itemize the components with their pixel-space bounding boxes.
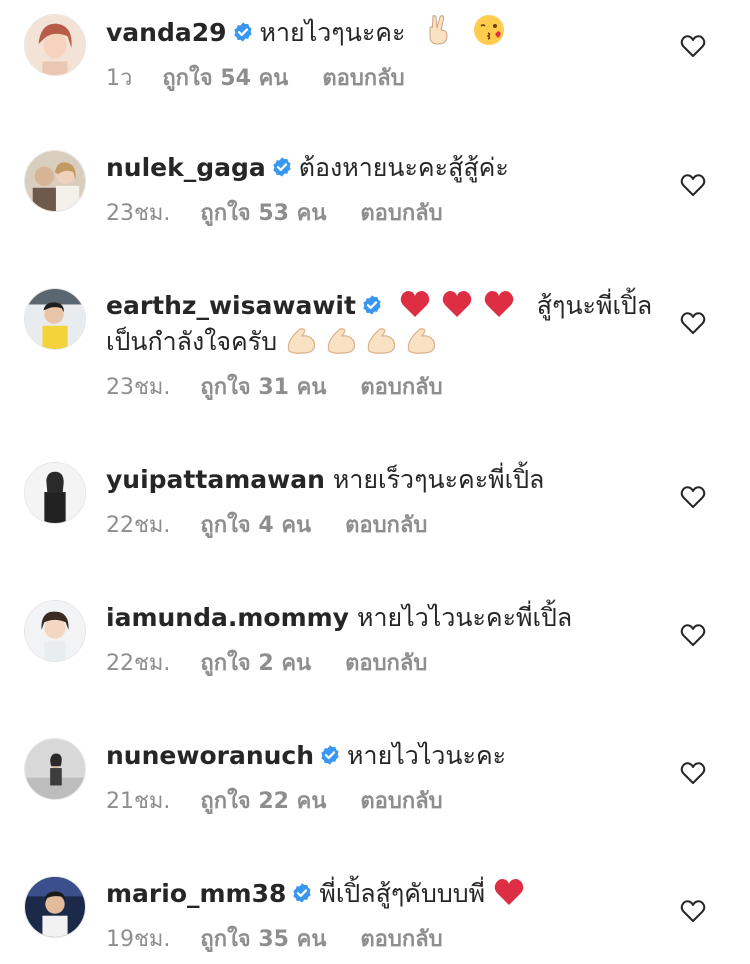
- like-heart-icon[interactable]: [680, 173, 706, 197]
- avatar[interactable]: [24, 150, 86, 212]
- victory-hand-icon: [423, 14, 453, 46]
- avatar-image: [25, 15, 85, 75]
- username[interactable]: earthz_wisawawit: [106, 291, 356, 320]
- comment-text-continued: เป็นกำลังใจครับ: [106, 327, 278, 356]
- verified-badge-icon: [232, 21, 254, 43]
- flexed-biceps-icon: [405, 325, 439, 355]
- likes-count[interactable]: ถูกใจ 2 คน: [200, 651, 311, 676]
- avatar-image: [25, 463, 85, 523]
- likes-count[interactable]: ถูกใจ 35 คน: [200, 927, 326, 952]
- avatar[interactable]: [24, 288, 86, 350]
- verified-badge-icon: [271, 156, 293, 178]
- like-heart-icon[interactable]: [680, 623, 706, 647]
- comment-time: 22ชม.: [106, 651, 171, 676]
- like-heart-icon[interactable]: [680, 485, 706, 509]
- red-heart-icon: [483, 289, 515, 319]
- comment-time: 1ว: [106, 66, 133, 91]
- verified-badge-icon: [319, 744, 341, 766]
- avatar[interactable]: [24, 14, 86, 76]
- flexed-biceps-icon: [325, 325, 359, 355]
- comment-text: ต้องหายนะคะสู้สู้ค่ะ: [298, 153, 509, 182]
- red-heart-icon: [399, 289, 431, 319]
- avatar[interactable]: [24, 462, 86, 524]
- reply-button[interactable]: ตอบกลับ: [360, 201, 442, 226]
- avatar[interactable]: [24, 738, 86, 800]
- avatar[interactable]: [24, 876, 86, 938]
- flexed-biceps-icon: [285, 325, 319, 355]
- comment-time: 21ชม.: [106, 789, 171, 814]
- reply-button[interactable]: ตอบกลับ: [345, 513, 427, 538]
- comment-text: หายเร็วๆนะคะพี่เปิ้ล: [332, 465, 545, 494]
- likes-count[interactable]: ถูกใจ 31 คน: [200, 375, 326, 400]
- username[interactable]: yuipattamawan: [106, 465, 325, 494]
- kiss-face-icon: [473, 14, 505, 46]
- username[interactable]: vanda29: [106, 18, 227, 47]
- likes-count[interactable]: ถูกใจ 4 คน: [200, 513, 311, 538]
- likes-count[interactable]: ถูกใจ 53 คน: [200, 201, 326, 226]
- avatar-image: [25, 151, 85, 211]
- comment-text: หายไวๆนะคะ: [259, 18, 406, 47]
- username[interactable]: nuneworanuch: [106, 741, 314, 770]
- flexed-biceps-icon: [365, 325, 399, 355]
- reply-button[interactable]: ตอบกลับ: [360, 927, 442, 952]
- comment-text: พี่เปิ้ลสู้ๆคับบบพี่: [319, 879, 486, 908]
- comment-text: หายไวไวนะคะพี่เปิ้ล: [356, 603, 573, 632]
- verified-badge-icon: [291, 882, 313, 904]
- red-heart-icon: [493, 877, 525, 907]
- username[interactable]: iamunda.mommy: [106, 603, 349, 632]
- avatar[interactable]: [24, 600, 86, 662]
- like-heart-icon[interactable]: [680, 899, 706, 923]
- likes-count[interactable]: ถูกใจ 54 คน: [162, 66, 288, 91]
- reply-button[interactable]: ตอบกลับ: [360, 375, 442, 400]
- reply-button[interactable]: ตอบกลับ: [345, 651, 427, 676]
- like-heart-icon[interactable]: [680, 34, 706, 58]
- comment-time: 19ชม.: [106, 927, 171, 952]
- comment-text: สู้ๆนะพี่เปิ้ล: [536, 291, 653, 320]
- like-heart-icon[interactable]: [680, 311, 706, 335]
- username[interactable]: mario_mm38: [106, 879, 286, 908]
- reply-button[interactable]: ตอบกลับ: [322, 66, 404, 91]
- avatar-image: [25, 877, 85, 937]
- likes-count[interactable]: ถูกใจ 22 คน: [200, 789, 326, 814]
- comment-time: 23ชม.: [106, 375, 171, 400]
- avatar-image: [25, 289, 85, 349]
- username[interactable]: nulek_gaga: [106, 153, 266, 182]
- reply-button[interactable]: ตอบกลับ: [360, 789, 442, 814]
- comment-text: หายไวไวนะคะ: [347, 741, 507, 770]
- avatar-image: [25, 601, 85, 661]
- red-heart-icon: [441, 289, 473, 319]
- verified-badge-icon: [361, 294, 383, 316]
- comment-time: 23ชม.: [106, 201, 171, 226]
- comment-time: 22ชม.: [106, 513, 171, 538]
- avatar-image: [25, 739, 85, 799]
- like-heart-icon[interactable]: [680, 761, 706, 785]
